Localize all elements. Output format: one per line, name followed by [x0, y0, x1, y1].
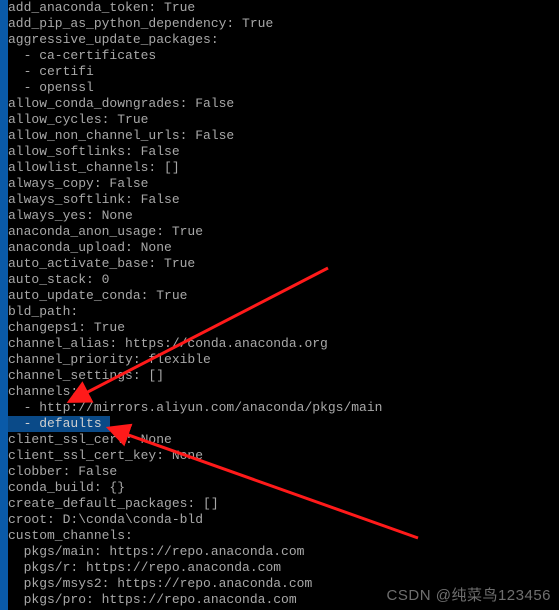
config-line: anaconda_upload: None	[8, 240, 559, 256]
config-line: bld_path:	[8, 304, 559, 320]
config-line: - defaults	[8, 416, 559, 432]
config-line: client_ssl_cert_key: None	[8, 448, 559, 464]
config-line: pkgs/r: https://repo.anaconda.com	[8, 560, 559, 576]
config-line: croot: D:\conda\conda-bld	[8, 512, 559, 528]
config-line: allow_non_channel_urls: False	[8, 128, 559, 144]
config-line: client_ssl_cert: None	[8, 432, 559, 448]
config-line: allow_softlinks: False	[8, 144, 559, 160]
watermark: CSDN @纯菜鸟123456	[387, 588, 551, 604]
config-line: allowlist_channels: []	[8, 160, 559, 176]
config-line: - ca-certificates	[8, 48, 559, 64]
config-line: always_yes: None	[8, 208, 559, 224]
config-line: custom_channels:	[8, 528, 559, 544]
config-line: create_default_packages: []	[8, 496, 559, 512]
highlighted-line: - defaults	[8, 416, 110, 432]
config-line: auto_update_conda: True	[8, 288, 559, 304]
config-line: auto_stack: 0	[8, 272, 559, 288]
config-line: aggressive_update_packages:	[8, 32, 559, 48]
config-line: add_anaconda_token: True	[8, 0, 559, 16]
config-line: changeps1: True	[8, 320, 559, 336]
config-line: channel_alias: https://conda.anaconda.or…	[8, 336, 559, 352]
terminal-output: add_anaconda_token: Trueadd_pip_as_pytho…	[0, 0, 559, 610]
config-line: channel_settings: []	[8, 368, 559, 384]
config-line: - openssl	[8, 80, 559, 96]
config-line: always_softlink: False	[8, 192, 559, 208]
config-line: auto_activate_base: True	[8, 256, 559, 272]
config-line: always_copy: False	[8, 176, 559, 192]
config-line: channel_priority: flexible	[8, 352, 559, 368]
config-line: clobber: False	[8, 464, 559, 480]
config-line: pkgs/main: https://repo.anaconda.com	[8, 544, 559, 560]
config-line: anaconda_anon_usage: True	[8, 224, 559, 240]
config-line: - certifi	[8, 64, 559, 80]
config-line: - http://mirrors.aliyun.com/anaconda/pkg…	[8, 400, 559, 416]
config-line: allow_cycles: True	[8, 112, 559, 128]
config-line: add_pip_as_python_dependency: True	[8, 16, 559, 32]
config-line: allow_conda_downgrades: False	[8, 96, 559, 112]
config-line: channels:	[8, 384, 559, 400]
config-line: conda_build: {}	[8, 480, 559, 496]
